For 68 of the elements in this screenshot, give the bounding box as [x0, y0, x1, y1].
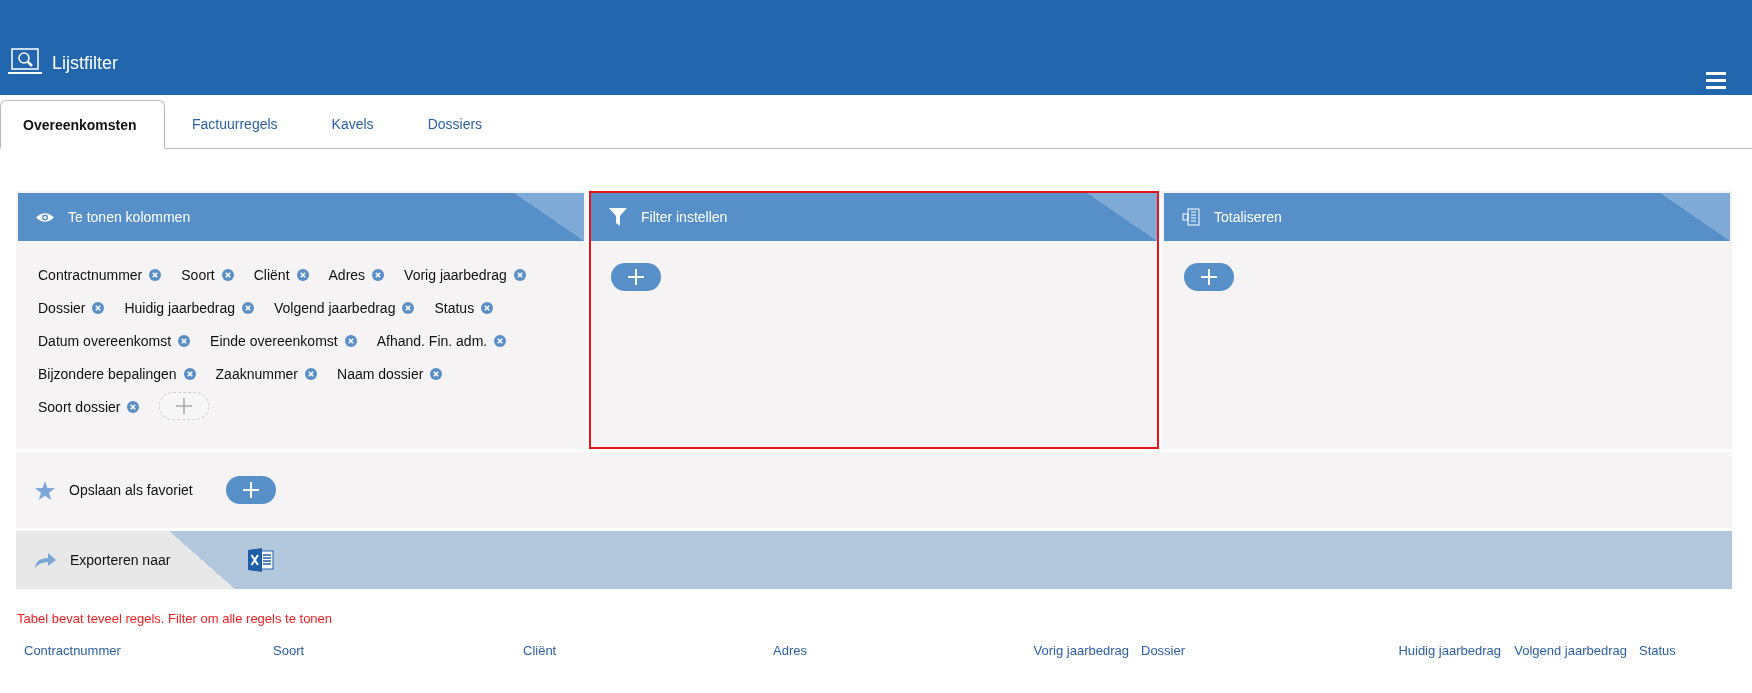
column-tag: Soort: [181, 267, 215, 283]
app-title: Lijstfilter: [52, 53, 118, 74]
column-tag: Datum overeenkomst: [38, 333, 172, 349]
remove-icon[interactable]: [149, 269, 162, 281]
remove-icon[interactable]: [513, 269, 526, 281]
column-header[interactable]: Dossier: [1141, 643, 1388, 660]
panel-title: Filter instellen: [641, 209, 728, 225]
add-button[interactable]: [1184, 263, 1234, 291]
add-column-button[interactable]: [159, 392, 210, 420]
remove-icon[interactable]: [242, 302, 254, 314]
column-header[interactable]: Huidig jaarbedrag: [1388, 643, 1513, 660]
spreadsheet-icon[interactable]: [248, 548, 275, 572]
column-tag: Bijzondere bepalingen: [38, 366, 177, 382]
column-tag: Contractnummer: [38, 267, 143, 283]
remove-icon[interactable]: [221, 269, 234, 281]
menu-icon[interactable]: [1706, 72, 1726, 89]
add-button[interactable]: [611, 263, 661, 291]
remove-icon[interactable]: [344, 335, 357, 347]
remove-icon[interactable]: [178, 335, 191, 347]
column-header[interactable]: Soort: [273, 643, 523, 660]
column-header[interactable]: Adres: [773, 643, 1013, 660]
column-header[interactable]: Contractnummer: [24, 643, 273, 660]
laptop-search-icon: [8, 48, 42, 76]
column-tag: Naam dossier: [337, 366, 424, 382]
remove-icon[interactable]: [481, 302, 494, 314]
column-header[interactable]: Volgend jaarbedrag: [1513, 643, 1639, 660]
export-label: Exporteren naar: [70, 552, 171, 568]
column-tag: Zaaknummer: [215, 366, 299, 382]
star-icon: [35, 480, 55, 500]
column-tag: Cliënt: [253, 267, 290, 283]
column-tag: Volgend jaarbedrag: [274, 300, 396, 316]
tab[interactable]: Factuurregels: [165, 100, 305, 148]
panel-title: Totaliseren: [1214, 209, 1282, 225]
warning-message: Tabel bevat teveel regels. Filter om alle regels te tonen: [17, 611, 334, 626]
column-tag: Dossier: [38, 300, 86, 316]
plus-icon: [628, 269, 644, 285]
column-tag: Vorig jaarbedrag: [404, 267, 507, 283]
column-tag: Adres: [328, 267, 366, 283]
column-header[interactable]: Cliënt: [523, 643, 773, 660]
table-sum-icon: [1182, 208, 1200, 226]
tab[interactable]: Overeenkomsten: [0, 100, 165, 149]
column-tag: Huidig jaarbedrag: [124, 300, 235, 316]
remove-icon[interactable]: [372, 269, 385, 281]
column-tag: Einde overeenkomst: [210, 333, 338, 349]
plus-icon: [1201, 269, 1217, 285]
plus-icon: [242, 482, 259, 498]
plus-icon: [176, 398, 193, 414]
remove-icon[interactable]: [305, 368, 318, 380]
funnel-icon: [609, 208, 627, 226]
remove-icon[interactable]: [296, 269, 309, 281]
column-header[interactable]: Status: [1639, 643, 1730, 660]
tab[interactable]: Kavels: [304, 100, 401, 148]
panel-title: Te tonen kolommen: [68, 209, 191, 225]
remove-icon[interactable]: [127, 401, 140, 413]
remove-icon[interactable]: [402, 302, 415, 314]
favorite-label: Opslaan als favoriet: [69, 482, 193, 498]
column-tag: Afhand. Fin. adm.: [376, 333, 488, 349]
remove-icon[interactable]: [430, 368, 443, 380]
remove-icon[interactable]: [183, 368, 196, 380]
remove-icon[interactable]: [92, 302, 105, 314]
tab[interactable]: Dossiers: [400, 100, 510, 148]
add-favorite-button[interactable]: [225, 476, 276, 504]
column-tag: Status: [434, 300, 475, 316]
column-header[interactable]: Vorig jaarbedrag: [1013, 643, 1141, 660]
remove-icon[interactable]: [494, 335, 507, 347]
column-tag: Soort dossier: [38, 399, 121, 415]
share-arrow-icon: [35, 552, 56, 568]
eye-icon: [36, 211, 54, 223]
